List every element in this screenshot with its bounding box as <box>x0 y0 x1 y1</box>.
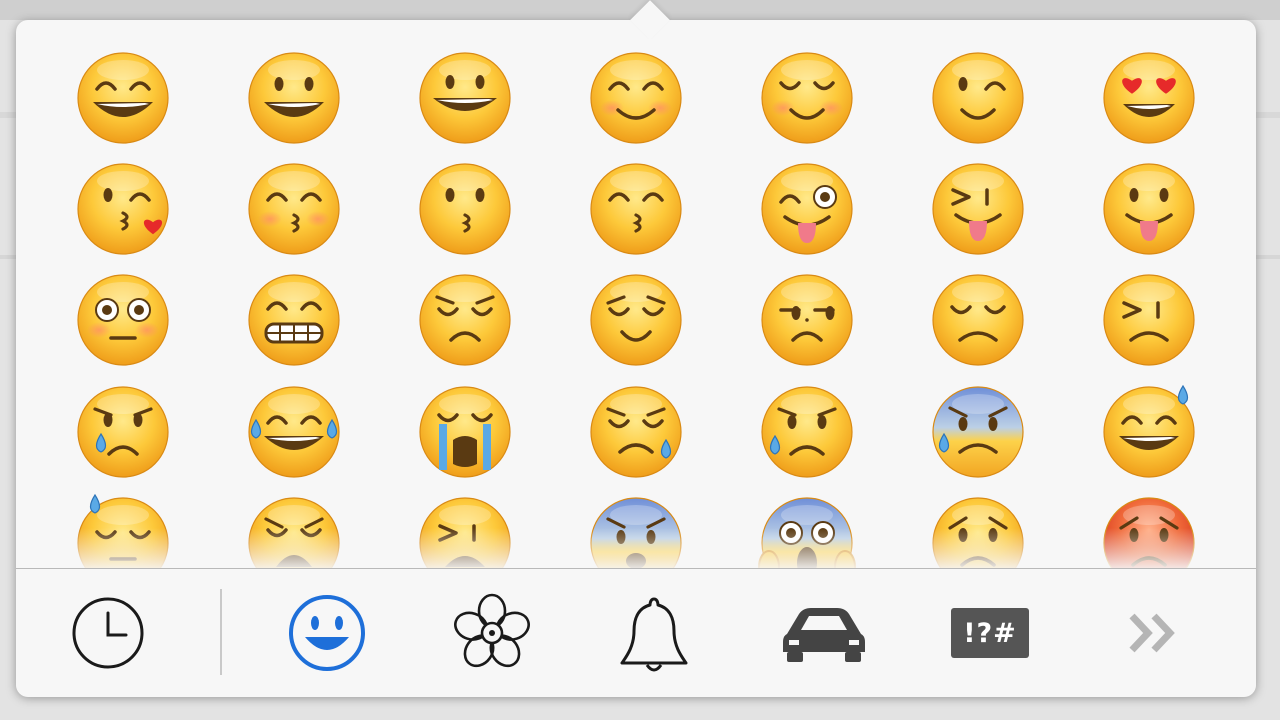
symbols-icon: !?# <box>951 608 1029 658</box>
angry-face-emoji[interactable] <box>932 497 1024 568</box>
weary-face-emoji[interactable] <box>248 497 340 568</box>
face-with-tears-of-joy-emoji[interactable] <box>248 386 340 478</box>
category-people-button[interactable] <box>277 591 377 675</box>
anxious-face-with-sweat-emoji[interactable] <box>932 386 1024 478</box>
pouting-face-emoji[interactable] <box>1103 497 1195 568</box>
sleepy-face-emoji[interactable] <box>590 386 682 478</box>
category-toolbar: !?# <box>16 568 1256 697</box>
persevering-face-emoji[interactable] <box>1103 274 1195 366</box>
tired-face-emoji[interactable] <box>419 497 511 568</box>
grinning-face-with-smiling-eyes-emoji[interactable] <box>77 52 169 144</box>
crying-face-emoji[interactable] <box>77 386 169 478</box>
flower-icon <box>454 593 530 668</box>
category-places-button[interactable] <box>774 591 874 675</box>
disappointed-face-emoji[interactable] <box>932 274 1024 366</box>
car-icon <box>783 608 865 662</box>
bell-icon <box>620 597 688 672</box>
face-with-tongue-emoji[interactable] <box>1103 163 1195 255</box>
fearful-face-emoji[interactable] <box>590 497 682 568</box>
loudly-crying-face-emoji[interactable] <box>419 386 511 478</box>
kissing-face-closed-eyes-emoji[interactable] <box>590 163 682 255</box>
relieved-smile-face-emoji[interactable] <box>761 52 853 144</box>
clock-icon <box>72 597 144 669</box>
face-screaming-in-fear-emoji[interactable] <box>758 497 856 568</box>
kissing-face-emoji[interactable] <box>419 163 511 255</box>
smiling-face-with-sweat-emoji[interactable] <box>1103 384 1195 478</box>
category-recent-button[interactable] <box>58 591 158 675</box>
category-symbols-button[interactable]: !?# <box>940 591 1040 675</box>
relieved-face-emoji[interactable] <box>590 274 682 366</box>
downcast-face-with-sweat-emoji[interactable] <box>77 493 169 568</box>
grimacing-face-emoji[interactable] <box>248 274 340 366</box>
winking-face-with-tongue-emoji[interactable] <box>761 163 853 255</box>
pensive-face-emoji[interactable] <box>419 274 511 366</box>
smiling-face-with-smiling-eyes-emoji[interactable] <box>590 52 682 144</box>
more-categories-button[interactable] <box>1106 591 1206 675</box>
disappointed-but-relieved-face-emoji[interactable] <box>761 386 853 478</box>
smiling-face-with-open-mouth-emoji[interactable] <box>248 52 340 144</box>
squinting-face-with-tongue-emoji[interactable] <box>932 163 1024 255</box>
category-nature-button[interactable] <box>442 591 542 675</box>
double-chevron-right-icon <box>1129 613 1175 653</box>
flushed-face-emoji[interactable] <box>77 274 169 366</box>
category-objects-button[interactable] <box>604 591 704 675</box>
face-blowing-kiss-emoji[interactable] <box>77 163 169 255</box>
winking-face-emoji[interactable] <box>932 52 1024 144</box>
grinning-face-emoji[interactable] <box>419 52 511 144</box>
smiling-face-with-heart-eyes-emoji[interactable] <box>1103 52 1195 144</box>
emoji-grid <box>77 52 1195 568</box>
emoji-grid-scroll-area[interactable] <box>16 20 1256 568</box>
emoji-picker-popover: !?# <box>16 0 1256 697</box>
kissing-face-with-smiling-eyes-emoji[interactable] <box>248 163 340 255</box>
smiley-icon <box>289 595 365 671</box>
toolbar-divider <box>220 589 222 675</box>
unamused-face-emoji[interactable] <box>761 274 853 366</box>
